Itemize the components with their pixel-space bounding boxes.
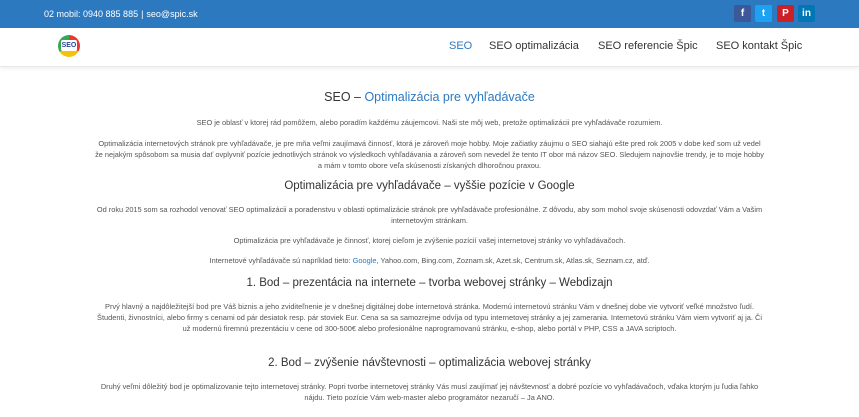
search-engines-list: , Yahoo.com, Bing.com, Zoznam.sk, Azet.s… (376, 256, 650, 265)
linkedin-icon[interactable]: in (798, 5, 815, 22)
google-link[interactable]: Google (353, 256, 377, 265)
contact-info: 02 mobil: 0940 885 885 | seo@spic.sk (44, 9, 198, 19)
paragraph-webdesign: Prvý hlavný a najdôležitejší bod pre Váš… (97, 302, 762, 333)
paragraph-since-2015: Od roku 2015 som sa rozhodol venovať SEO… (96, 205, 763, 225)
page-title: SEO – Optimalizácia pre vyhľadávače (0, 90, 859, 104)
heading-point-1: 1. Bod – prezentácia na internete – tvor… (246, 277, 613, 289)
main-content: SEO – Optimalizácia pre vyhľadávače SEO … (0, 66, 859, 417)
paragraph-goal: Optimalizácia pre vyhľadávače je činnosť… (233, 236, 626, 245)
twitter-icon[interactable]: t (755, 5, 772, 22)
paragraph-optimization: Druhý veľmi dôležitý bod je optimalizova… (100, 382, 759, 402)
contact-separator: | (141, 9, 144, 19)
logo-text: SEO (61, 40, 77, 51)
phone-number: 02 mobil: 0940 885 885 (44, 9, 139, 19)
nav-item-seo-kontakt[interactable]: SEO kontakt Špic (716, 40, 802, 52)
pinterest-icon[interactable]: P (777, 5, 794, 22)
page-title-prefix: SEO – (324, 90, 365, 104)
heading-google: Optimalizácia pre vyhľadávače – vyššie p… (284, 180, 575, 192)
paragraph-hobby: Optimalizácia internetových stránok pre … (95, 139, 764, 170)
facebook-icon[interactable]: f (734, 5, 751, 22)
nav-item-seo-referencie[interactable]: SEO referencie Špic (598, 40, 698, 52)
nav-item-seo-optimalizacia[interactable]: SEO optimalizácia (489, 40, 579, 52)
paragraph-search-engines: Internetové vyhľadávače sú napríklad tie… (95, 255, 764, 266)
seo-logo[interactable]: SEO (58, 35, 80, 57)
heading-point-2: 2. Bod – zvýšenie návštevnosti – optimal… (268, 357, 591, 369)
site-header: SEO SEO SEO optimalizácia SEO referencie… (0, 28, 859, 67)
top-bar: 02 mobil: 0940 885 885 | seo@spic.sk f t P… (0, 0, 859, 28)
intro-paragraph: SEO je oblasť v ktorej rád pomôžem, aleb… (196, 118, 663, 127)
nav-item-seo[interactable]: SEO (449, 40, 472, 52)
page-title-accent: Optimalizácia pre vyhľadávače (364, 90, 535, 104)
search-engines-text: Internetové vyhľadávače sú napríklad tie… (209, 256, 353, 265)
email-link[interactable]: seo@spic.sk (146, 9, 197, 19)
